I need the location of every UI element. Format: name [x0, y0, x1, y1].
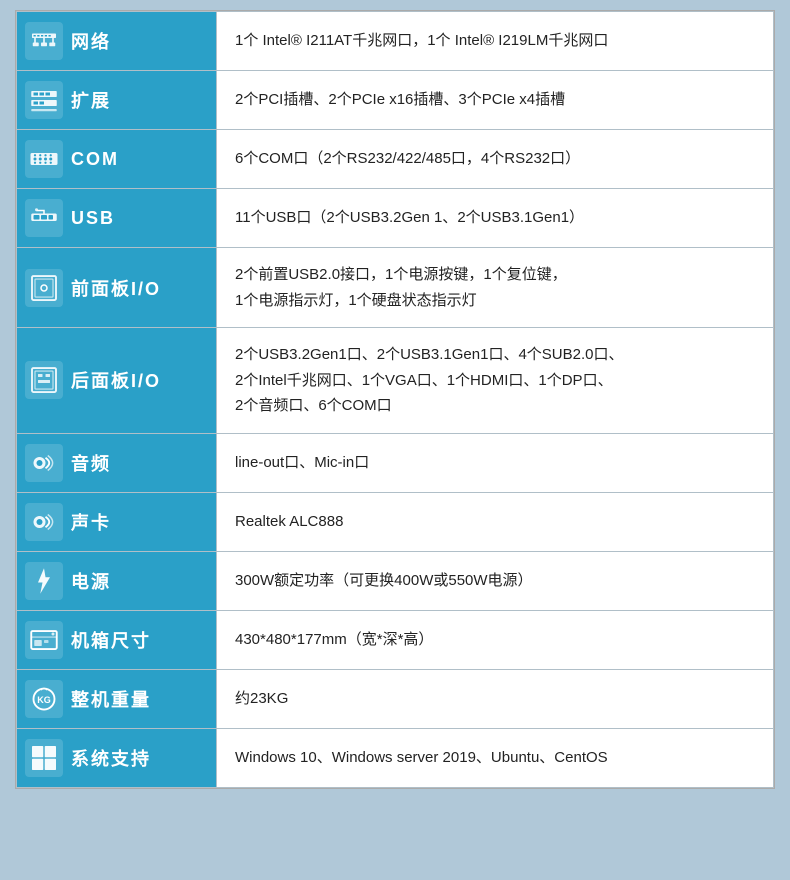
value-cell-weight: 约23KG	[217, 669, 774, 728]
table-row: 音频 line-out口、Mic-in口	[17, 433, 774, 492]
table-row: KG 整机重量约23KG	[17, 669, 774, 728]
label-cell-power: 电源	[17, 551, 217, 610]
label-text-power: 电源	[71, 568, 111, 594]
value-cell-com: 6个COM口（2个RS232/422/485口，4个RS232口）	[217, 130, 774, 189]
com-icon	[25, 140, 63, 178]
table-row: USB 11个USB口（2个USB3.2Gen 1、2个USB3.1Gen1）	[17, 189, 774, 248]
table-row: 前面板I/O 2个前置USB2.0接口，1个电源按键，1个复位键，1个电源指示灯，…	[17, 248, 774, 328]
value-cell-audio: line-out口、Mic-in口	[217, 433, 774, 492]
label-cell-os: 系统支持	[17, 728, 217, 787]
label-text-audio: 音频	[71, 450, 111, 476]
label-text-chassis-size: 机箱尺寸	[71, 627, 151, 653]
label-text-soundcard: 声卡	[71, 509, 111, 535]
label-text-front-panel: 前面板I/O	[71, 275, 161, 301]
value-cell-rear-panel: 2个USB3.2Gen1口、2个USB3.1Gen1口、4个SUB2.0口、2个…	[217, 328, 774, 434]
chassis-icon	[25, 621, 63, 659]
label-cell-chassis-size: 机箱尺寸	[17, 610, 217, 669]
os-icon	[25, 739, 63, 777]
weight-icon: KG	[25, 680, 63, 718]
table-row: 扩展 2个PCI插槽、2个PCIe x16插槽、3个PCIe x4插槽	[17, 71, 774, 130]
label-text-os: 系统支持	[71, 745, 151, 771]
specs-table: 网络 1个 Intel® I211AT千兆网口，1个 Intel® I219LM千…	[15, 10, 775, 789]
table-row: COM 6个COM口（2个RS232/422/485口，4个RS232口）	[17, 130, 774, 189]
table-row: 电源 300W额定功率（可更换400W或550W电源）	[17, 551, 774, 610]
table-row: 机箱尺寸 430*480*177mm（宽*深*高）	[17, 610, 774, 669]
label-text-com: COM	[71, 149, 119, 170]
label-cell-front-panel: 前面板I/O	[17, 248, 217, 328]
table-row: 后面板I/O 2个USB3.2Gen1口、2个USB3.1Gen1口、4个SUB2…	[17, 328, 774, 434]
table-row: 系统支持 Windows 10、Windows server 2019、Ubunt…	[17, 728, 774, 787]
value-cell-front-panel: 2个前置USB2.0接口，1个电源按键，1个复位键，1个电源指示灯，1个硬盘状态…	[217, 248, 774, 328]
value-cell-usb: 11个USB口（2个USB3.2Gen 1、2个USB3.1Gen1）	[217, 189, 774, 248]
power-icon	[25, 562, 63, 600]
label-text-usb: USB	[71, 208, 115, 229]
value-cell-chassis-size: 430*480*177mm（宽*深*高）	[217, 610, 774, 669]
value-cell-os: Windows 10、Windows server 2019、Ubuntu、Ce…	[217, 728, 774, 787]
label-cell-audio: 音频	[17, 433, 217, 492]
value-cell-expansion: 2个PCI插槽、2个PCIe x16插槽、3个PCIe x4插槽	[217, 71, 774, 130]
label-cell-soundcard: 声卡	[17, 492, 217, 551]
label-text-expansion: 扩展	[71, 87, 111, 113]
table-row: 网络 1个 Intel® I211AT千兆网口，1个 Intel® I219LM千…	[17, 12, 774, 71]
label-text-weight: 整机重量	[71, 686, 151, 712]
svg-text:KG: KG	[37, 694, 51, 704]
label-cell-com: COM	[17, 130, 217, 189]
label-cell-usb: USB	[17, 189, 217, 248]
label-cell-rear-panel: 后面板I/O	[17, 328, 217, 434]
expansion-icon	[25, 81, 63, 119]
soundcard-icon	[25, 503, 63, 541]
network-icon	[25, 22, 63, 60]
table-row: 声卡 Realtek ALC888	[17, 492, 774, 551]
label-cell-expansion: 扩展	[17, 71, 217, 130]
value-cell-soundcard: Realtek ALC888	[217, 492, 774, 551]
audio-icon	[25, 444, 63, 482]
usb-icon	[25, 199, 63, 237]
frontpanel-icon	[25, 269, 63, 307]
value-cell-power: 300W额定功率（可更换400W或550W电源）	[217, 551, 774, 610]
label-text-network: 网络	[71, 28, 111, 54]
label-cell-network: 网络	[17, 12, 217, 71]
label-text-rear-panel: 后面板I/O	[71, 367, 161, 393]
rearpanel-icon	[25, 361, 63, 399]
label-cell-weight: KG 整机重量	[17, 669, 217, 728]
value-cell-network: 1个 Intel® I211AT千兆网口，1个 Intel® I219LM千兆网…	[217, 12, 774, 71]
